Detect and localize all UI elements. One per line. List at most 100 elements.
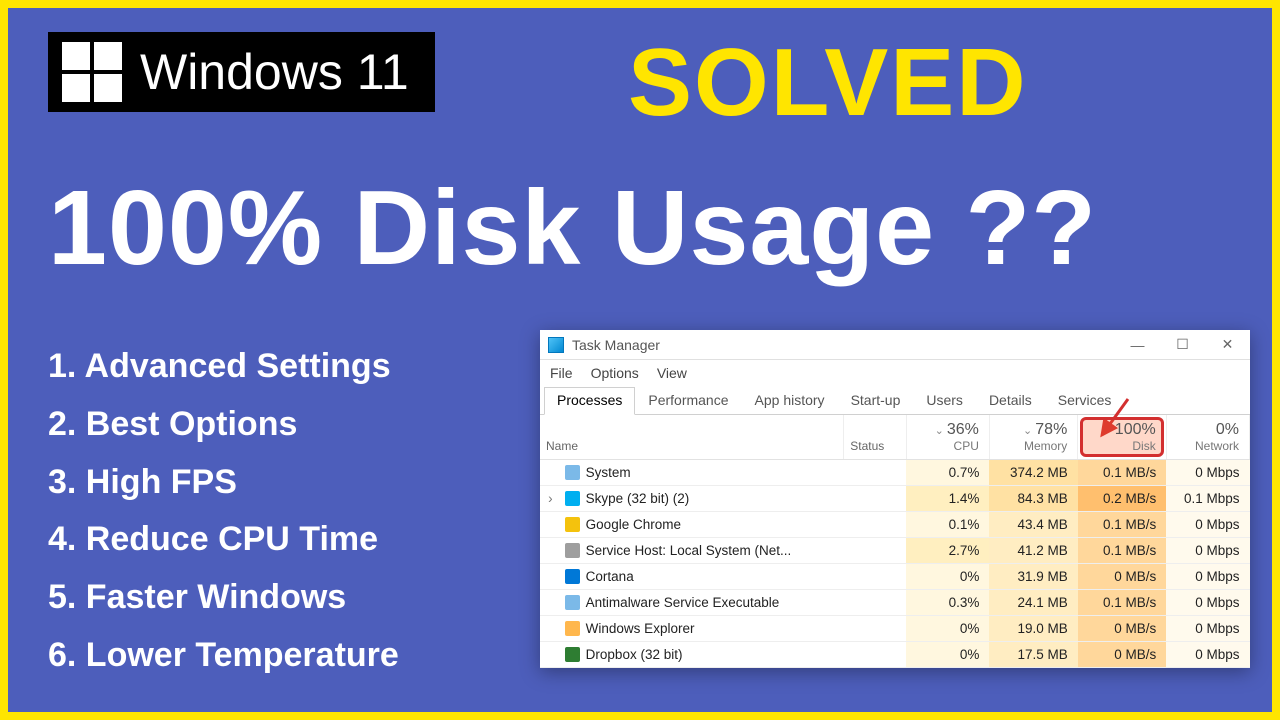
process-status bbox=[844, 460, 906, 486]
column-header-disk[interactable]: 100% Disk bbox=[1078, 415, 1166, 460]
process-name: Skype (32 bit) (2) bbox=[584, 486, 844, 512]
disk-value: 0 MB/s bbox=[1078, 564, 1166, 590]
cpu-value: 0% bbox=[906, 642, 989, 668]
memory-value: 374.2 MB bbox=[989, 460, 1077, 486]
table-row[interactable]: Cortana 0%31.9 MB0 MB/s0 Mbps bbox=[540, 564, 1250, 590]
disk-value: 0.1 MB/s bbox=[1078, 538, 1166, 564]
disk-value: 0 MB/s bbox=[1078, 642, 1166, 668]
expand-toggle[interactable] bbox=[540, 590, 561, 616]
network-value: 0 Mbps bbox=[1166, 564, 1249, 590]
close-button[interactable]: ✕ bbox=[1205, 330, 1250, 360]
window-title: Task Manager bbox=[572, 337, 660, 353]
column-header-memory[interactable]: ⌄ 78% Memory bbox=[989, 415, 1077, 460]
tab-processes[interactable]: Processes bbox=[544, 387, 635, 415]
expand-toggle[interactable] bbox=[540, 616, 561, 642]
windows-label: Windows 11 bbox=[140, 43, 409, 101]
memory-value: 43.4 MB bbox=[989, 512, 1077, 538]
list-item: 1. Advanced Settings bbox=[48, 338, 399, 396]
cpu-value: 0.1% bbox=[906, 512, 989, 538]
tab-bar: ProcessesPerformanceApp historyStart-upU… bbox=[540, 386, 1250, 415]
process-name: Dropbox (32 bit) bbox=[584, 642, 844, 668]
process-name: Antimalware Service Executable bbox=[584, 590, 844, 616]
table-row[interactable]: ›Skype (32 bit) (2)1.4%84.3 MB0.2 MB/s0.… bbox=[540, 486, 1250, 512]
expand-toggle[interactable] bbox=[540, 460, 561, 486]
process-status bbox=[844, 642, 906, 668]
task-manager-window: Task Manager — ☐ ✕ File Options View Proce… bbox=[540, 330, 1250, 668]
column-header-status[interactable]: Status bbox=[844, 415, 906, 460]
table-row[interactable]: Service Host: Local System (Net... 2.7%41… bbox=[540, 538, 1250, 564]
tab-details[interactable]: Details bbox=[976, 387, 1045, 415]
table-row[interactable]: System0.7%374.2 MB0.1 MB/s0 Mbps bbox=[540, 460, 1250, 486]
cpu-value: 2.7% bbox=[906, 538, 989, 564]
disk-value: 0.1 MB/s bbox=[1078, 460, 1166, 486]
expand-toggle[interactable] bbox=[540, 512, 561, 538]
list-item: 2. Best Options bbox=[48, 396, 399, 454]
network-value: 0.1 Mbps bbox=[1166, 486, 1249, 512]
cpu-value: 0% bbox=[906, 616, 989, 642]
process-status bbox=[844, 486, 906, 512]
expand-toggle[interactable] bbox=[540, 642, 561, 668]
process-name: System bbox=[584, 460, 844, 486]
network-value: 0 Mbps bbox=[1166, 642, 1249, 668]
network-value: 0 Mbps bbox=[1166, 512, 1249, 538]
table-row[interactable]: Google Chrome 0.1%43.4 MB0.1 MB/s0 Mbps bbox=[540, 512, 1250, 538]
process-name: Cortana bbox=[584, 564, 844, 590]
column-header-name[interactable]: Name bbox=[540, 415, 844, 460]
disk-value: 0 MB/s bbox=[1078, 616, 1166, 642]
feature-list: 1. Advanced Settings2. Best Options3. Hi… bbox=[48, 338, 399, 685]
memory-value: 41.2 MB bbox=[989, 538, 1077, 564]
app-icon bbox=[565, 621, 580, 636]
memory-value: 84.3 MB bbox=[989, 486, 1077, 512]
expand-toggle[interactable] bbox=[540, 564, 561, 590]
process-name: Windows Explorer bbox=[584, 616, 844, 642]
minimize-button[interactable]: — bbox=[1115, 330, 1160, 360]
app-icon bbox=[565, 569, 580, 584]
disk-value: 0.2 MB/s bbox=[1078, 486, 1166, 512]
tab-app-history[interactable]: App history bbox=[742, 387, 838, 415]
cpu-value: 0.3% bbox=[906, 590, 989, 616]
menu-options[interactable]: Options bbox=[591, 365, 639, 381]
table-row[interactable]: Windows Explorer 0%19.0 MB0 MB/s0 Mbps bbox=[540, 616, 1250, 642]
windows-logo-icon bbox=[62, 42, 122, 102]
app-icon bbox=[565, 647, 580, 662]
network-value: 0 Mbps bbox=[1166, 590, 1249, 616]
menu-bar: File Options View bbox=[540, 360, 1250, 386]
menu-view[interactable]: View bbox=[657, 365, 687, 381]
tab-performance[interactable]: Performance bbox=[635, 387, 741, 415]
maximize-button[interactable]: ☐ bbox=[1160, 330, 1205, 360]
expand-toggle[interactable] bbox=[540, 538, 561, 564]
table-row[interactable]: Dropbox (32 bit)0%17.5 MB0 MB/s0 Mbps bbox=[540, 642, 1250, 668]
disk-value: 0.1 MB/s bbox=[1078, 512, 1166, 538]
process-name: Google Chrome bbox=[584, 512, 844, 538]
memory-value: 31.9 MB bbox=[989, 564, 1077, 590]
tab-users[interactable]: Users bbox=[913, 387, 976, 415]
table-row[interactable]: Antimalware Service Executable 0.3%24.1 M… bbox=[540, 590, 1250, 616]
app-icon bbox=[565, 491, 580, 506]
disk-value: 0.1 MB/s bbox=[1078, 590, 1166, 616]
list-item: 4. Reduce CPU Time bbox=[48, 511, 399, 569]
process-status bbox=[844, 616, 906, 642]
app-icon bbox=[565, 465, 580, 480]
menu-file[interactable]: File bbox=[550, 365, 573, 381]
windows-badge: Windows 11 bbox=[48, 32, 435, 112]
list-item: 3. High FPS bbox=[48, 454, 399, 512]
network-value: 0 Mbps bbox=[1166, 538, 1249, 564]
expand-toggle[interactable]: › bbox=[540, 486, 561, 512]
process-status bbox=[844, 538, 906, 564]
process-status bbox=[844, 512, 906, 538]
list-item: 6. Lower Temperature bbox=[48, 627, 399, 685]
app-icon bbox=[565, 595, 580, 610]
process-table-body: System0.7%374.2 MB0.1 MB/s0 Mbps› Skype (… bbox=[540, 460, 1250, 668]
list-item: 5. Faster Windows bbox=[48, 569, 399, 627]
network-value: 0 Mbps bbox=[1166, 616, 1249, 642]
memory-value: 24.1 MB bbox=[989, 590, 1077, 616]
memory-value: 19.0 MB bbox=[989, 616, 1077, 642]
cpu-value: 0% bbox=[906, 564, 989, 590]
tab-start-up[interactable]: Start-up bbox=[838, 387, 914, 415]
process-name: Service Host: Local System (Net... bbox=[584, 538, 844, 564]
column-header-network[interactable]: 0% Network bbox=[1166, 415, 1249, 460]
app-icon bbox=[565, 543, 580, 558]
network-value: 0 Mbps bbox=[1166, 460, 1249, 486]
column-header-cpu[interactable]: ⌄ 36% CPU bbox=[906, 415, 989, 460]
page-title: 100% Disk Usage ?? bbox=[48, 168, 1097, 289]
